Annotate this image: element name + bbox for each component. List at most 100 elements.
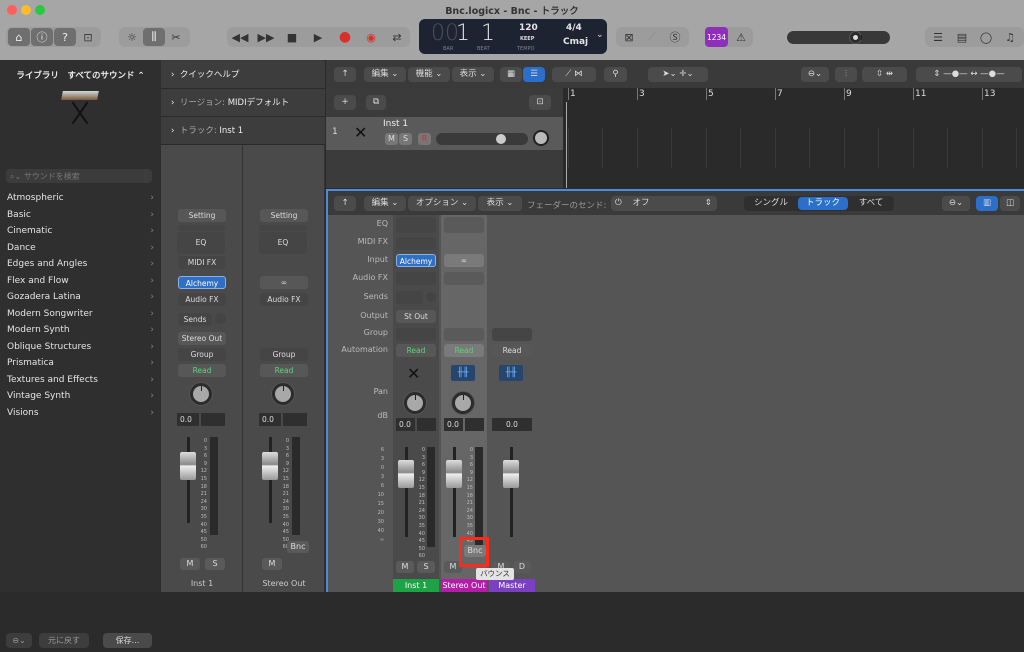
track-pan-knob[interactable]: [533, 130, 549, 146]
functions-menu[interactable]: 機能 ⌄: [408, 67, 450, 82]
mixer-options-menu[interactable]: オプション ⌄: [408, 196, 476, 211]
channel-name-stereo-out[interactable]: Stereo Out: [441, 579, 487, 592]
mixer-icon[interactable]: ⫼: [143, 28, 165, 46]
library-item[interactable]: Textures and Effects ›: [0, 372, 158, 388]
sends-slot[interactable]: [396, 291, 423, 304]
send-level-knob[interactable]: [426, 292, 436, 302]
group-slot[interactable]: Group: [260, 348, 308, 361]
library-header[interactable]: ライブラリ すべてのサウンド ⌃: [0, 69, 161, 81]
pan-knob[interactable]: [452, 392, 474, 414]
count-in-button[interactable]: 1234: [705, 27, 728, 47]
library-item[interactable]: Cinematic ›: [0, 223, 158, 239]
back-icon[interactable]: ↑: [334, 67, 356, 82]
audio-fx-slot[interactable]: Audio FX: [178, 293, 226, 306]
automation-icons[interactable]: ⟋ ⋈: [552, 67, 596, 82]
grid-view-icon[interactable]: ▦: [500, 67, 522, 82]
eq-slot[interactable]: [444, 217, 484, 233]
info-icon[interactable]: ⓘ: [31, 28, 53, 46]
add-track-button[interactable]: +: [334, 95, 356, 110]
metronome-icon[interactable]: ⚠: [730, 28, 752, 46]
tuner-icon[interactable]: ⟋: [641, 28, 663, 46]
master-volume-knob[interactable]: [850, 32, 862, 43]
flex-icon[interactable]: ⚲: [604, 67, 627, 82]
output-slot[interactable]: Stereo Out: [178, 332, 226, 345]
eq-slot[interactable]: EQ: [259, 232, 307, 254]
volume-fader-cap[interactable]: [503, 460, 519, 488]
output-slot[interactable]: St Out: [396, 310, 436, 323]
volume-fader-track[interactable]: [269, 437, 272, 523]
rewind-icon[interactable]: ◀◀: [229, 28, 251, 46]
inspector-track[interactable]: › トラック: Inst 1: [161, 117, 325, 145]
fast-forward-icon[interactable]: ▶▶: [255, 28, 277, 46]
track-record-button[interactable]: R: [418, 133, 431, 145]
list-view-icon[interactable]: ☰: [523, 67, 545, 82]
bounce-button[interactable]: Bnc: [287, 541, 309, 553]
sends-slot[interactable]: Sends: [178, 313, 212, 326]
dim-button[interactable]: D: [513, 561, 531, 573]
automation-mode[interactable]: Read: [396, 344, 436, 357]
sends-on-faders-select[interactable]: ⏻ オフ ⇕: [611, 196, 717, 211]
inspector-quick-help[interactable]: › クイックヘルプ: [161, 61, 325, 89]
audio-fx-slot[interactable]: [396, 272, 436, 285]
library-item[interactable]: Prismatica ›: [0, 355, 158, 371]
replace-icon[interactable]: ⊠: [618, 28, 640, 46]
group-slot[interactable]: Group: [178, 348, 226, 361]
audio-fx-slot[interactable]: Audio FX: [260, 293, 308, 306]
library-item[interactable]: Modern Synth ›: [0, 322, 158, 338]
input-format-button[interactable]: ∞: [260, 276, 308, 289]
fit-icons[interactable]: ⇳ ⇹: [862, 67, 907, 82]
instrument-slot[interactable]: Alchemy: [178, 276, 226, 289]
track-volume-knob[interactable]: [496, 134, 506, 144]
catch-icon[interactable]: ⊡: [529, 95, 551, 110]
input-format-button[interactable]: ∞: [444, 254, 484, 267]
back-icon[interactable]: ↑: [334, 196, 356, 211]
solo-icon[interactable]: Ⓢ: [664, 28, 686, 46]
capture-record-icon[interactable]: ◉: [360, 28, 382, 46]
inspector-region[interactable]: › リージョン: MIDIデフォルト: [161, 89, 325, 117]
record-icon[interactable]: ●: [334, 28, 356, 46]
library-icon[interactable]: ⌂: [8, 28, 30, 46]
volume-fader-track[interactable]: [187, 437, 190, 523]
group-slot[interactable]: [492, 328, 532, 341]
group-slot[interactable]: [396, 328, 436, 341]
automation-mode[interactable]: Read: [444, 344, 484, 357]
duplicate-track-icon[interactable]: ⧉: [366, 95, 386, 110]
tab-all[interactable]: すべて: [852, 197, 890, 210]
library-item[interactable]: Atmospheric ›: [0, 190, 158, 206]
pan-knob[interactable]: [404, 392, 426, 414]
lcd-display[interactable]: 00 1 1 BAR BEAT 120 KEEP TEMPO 4/4 Cmaj …: [419, 19, 607, 54]
midi-fx-slot[interactable]: [396, 237, 436, 250]
track-name[interactable]: Inst 1: [383, 119, 408, 129]
volume-fader-cap[interactable]: [398, 460, 414, 488]
group-slot[interactable]: [444, 328, 484, 341]
instrument-slot[interactable]: Alchemy: [396, 254, 436, 267]
library-item[interactable]: Vintage Synth ›: [0, 388, 158, 404]
play-icon[interactable]: ▶: [307, 28, 329, 46]
pan-knob[interactable]: [190, 383, 212, 405]
library-item[interactable]: Flex and Flow ›: [0, 273, 158, 289]
edit-menu[interactable]: 編集 ⌄: [364, 67, 406, 82]
volume-fader-cap[interactable]: [446, 460, 462, 488]
eq-slot[interactable]: EQ: [177, 232, 225, 254]
setting-button[interactable]: Setting: [178, 209, 226, 222]
tool-pointer-menu[interactable]: ➤⌄ ✛⌄: [648, 67, 708, 82]
midi-fx-slot[interactable]: MIDI FX: [178, 256, 226, 269]
solo-button[interactable]: S: [205, 558, 225, 570]
list-editor-icon[interactable]: ☰: [927, 28, 949, 46]
tab-single[interactable]: シングル: [748, 197, 794, 210]
more-options-button[interactable]: ⊖⌄: [6, 633, 32, 648]
volume-db[interactable]: 0.0: [492, 418, 532, 431]
stop-icon[interactable]: ■: [281, 28, 303, 46]
zoom-menu-icon[interactable]: ⊖⌄: [801, 67, 829, 82]
narrow-strips-icon[interactable]: ◫: [1000, 196, 1020, 211]
automation-mode[interactable]: Read: [492, 344, 532, 357]
volume-db[interactable]: 0.0: [396, 418, 415, 431]
wide-strips-icon[interactable]: ▥: [976, 196, 998, 211]
mute-button[interactable]: M: [396, 561, 414, 573]
smart-controls-icon[interactable]: ☼: [121, 28, 143, 46]
mixer-edit-menu[interactable]: 編集 ⌄: [364, 196, 406, 211]
timeline-ruler[interactable]: 1 3 5 7 9 11 13: [563, 88, 1024, 188]
library-item[interactable]: Oblique Structures ›: [0, 339, 158, 355]
library-item[interactable]: Basic ›: [0, 207, 158, 223]
gain-slot[interactable]: [177, 225, 225, 231]
